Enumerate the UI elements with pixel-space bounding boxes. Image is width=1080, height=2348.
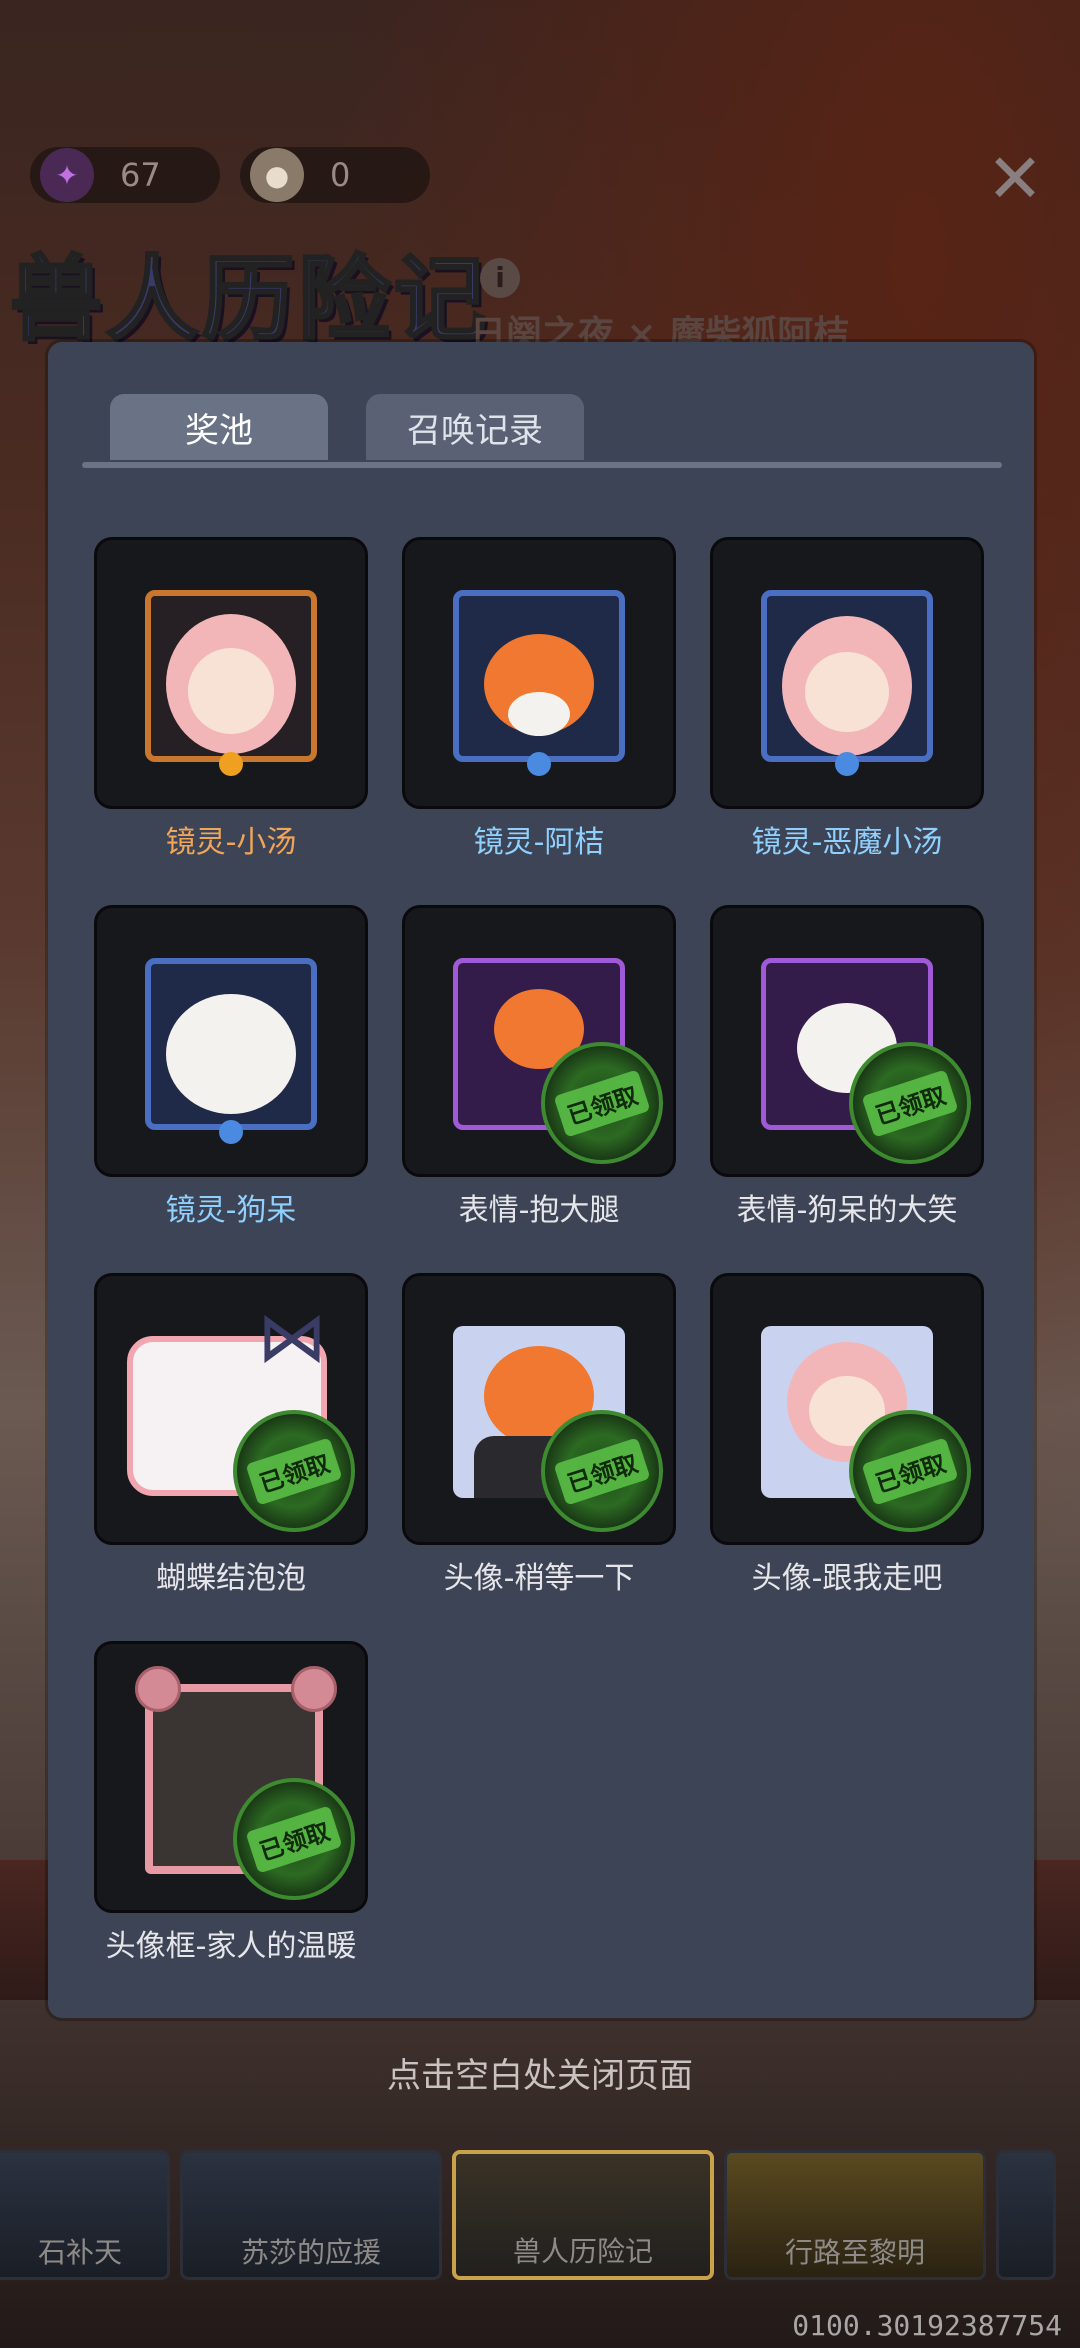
claimed-text: 已领取 xyxy=(861,1068,959,1138)
event-banner[interactable]: 石补天 xyxy=(0,2150,170,2280)
reward-item[interactable]: 已领取 表情-狗呆的大笑 xyxy=(710,905,984,1273)
candy-count: 67 xyxy=(120,156,161,194)
reward-thumbnail xyxy=(94,537,368,809)
fox-muzzle xyxy=(508,692,570,736)
tab-summon-history[interactable]: 召唤记录 xyxy=(366,394,584,460)
reward-item[interactable]: 镜灵-阿桔 xyxy=(402,537,676,905)
event-banner-selected[interactable]: 兽人历险记 xyxy=(452,2150,714,2280)
frame-ornament-icon xyxy=(135,1666,181,1712)
character-face xyxy=(188,648,274,734)
claimed-stamp: 已领取 xyxy=(849,1410,971,1532)
close-hint[interactable]: 点击空白处关闭页面 xyxy=(0,2048,1080,2097)
reward-grid: 镜灵-小汤 镜灵-阿桔 镜灵-恶魔小汤 镜灵-狗呆 已领取 表情-抱大腿 已领取… xyxy=(94,537,994,2009)
reward-label: 镜灵-阿桔 xyxy=(473,825,605,860)
reward-thumbnail xyxy=(94,905,368,1177)
claimed-stamp: 已领取 xyxy=(541,1410,663,1532)
close-icon[interactable]: ✕ xyxy=(980,145,1050,215)
banner-label: 石补天 xyxy=(37,2236,122,2269)
event-banner[interactable] xyxy=(996,2150,1056,2280)
reward-thumbnail xyxy=(402,537,676,809)
version-number: 0100.30192387754 xyxy=(792,2309,1062,2342)
banner-label: 兽人历险记 xyxy=(512,2235,653,2268)
bow-icon: ⋈ xyxy=(257,1296,327,1378)
claimed-stamp: 已领取 xyxy=(849,1042,971,1164)
reward-thumbnail: 已领取 xyxy=(402,905,676,1177)
banner-label: 苏莎的应援 xyxy=(240,2236,381,2269)
event-banner[interactable]: 苏莎的应援 xyxy=(180,2150,442,2280)
modal-tabs: 奖池 召唤记录 xyxy=(110,394,584,460)
claimed-text: 已领取 xyxy=(553,1068,651,1138)
claimed-text: 已领取 xyxy=(861,1436,959,1506)
reward-label: 表情-狗呆的大笑 xyxy=(736,1193,958,1228)
banner-label: 行路至黎明 xyxy=(784,2236,925,2269)
rarity-gem-icon xyxy=(527,752,551,776)
claimed-stamp: 已领取 xyxy=(233,1410,355,1532)
reward-thumbnail: 已领取 xyxy=(710,905,984,1177)
bun-count: 0 xyxy=(330,156,351,194)
reward-label: 镜灵-小汤 xyxy=(165,825,297,860)
claimed-stamp: 已领取 xyxy=(541,1042,663,1164)
claimed-stamp: 已领取 xyxy=(233,1778,355,1900)
dog-head xyxy=(166,994,296,1114)
frame-ornament-icon xyxy=(291,1666,337,1712)
info-icon[interactable]: i xyxy=(480,258,520,298)
rarity-gem-icon xyxy=(219,752,243,776)
event-banner-row: 石补天 苏莎的应援 兽人历险记 行路至黎明 xyxy=(0,2150,1056,2280)
reward-thumbnail xyxy=(710,537,984,809)
portrait-frame xyxy=(145,590,317,762)
resource-bar: ✦ 67 ● 0 xyxy=(30,140,430,210)
reward-thumbnail: 已领取 xyxy=(402,1273,676,1545)
reward-item[interactable]: 已领取 头像-稍等一下 xyxy=(402,1273,676,1641)
character-face xyxy=(805,652,889,732)
reward-item[interactable]: 镜灵-狗呆 xyxy=(94,905,368,1273)
claimed-text: 已领取 xyxy=(245,1436,343,1506)
reward-item[interactable]: 已领取 头像-跟我走吧 xyxy=(710,1273,984,1641)
prize-pool-modal: 奖池 召唤记录 镜灵-小汤 镜灵-阿桔 镜灵-恶魔小汤 镜灵-狗呆 已领取 表情… xyxy=(48,342,1034,2018)
portrait-frame xyxy=(761,590,933,762)
reward-item[interactable]: 镜灵-小汤 xyxy=(94,537,368,905)
portrait-frame xyxy=(145,958,317,1130)
reward-thumbnail: 已领取 xyxy=(710,1273,984,1545)
reward-label: 表情-抱大腿 xyxy=(458,1193,620,1228)
bun-icon: ● xyxy=(250,148,304,202)
bun-currency: ● 0 xyxy=(240,147,430,203)
claimed-text: 已领取 xyxy=(553,1436,651,1506)
reward-label: 镜灵-恶魔小汤 xyxy=(751,825,943,860)
candy-currency: ✦ 67 xyxy=(30,147,220,203)
rarity-gem-icon xyxy=(835,752,859,776)
reward-label: 镜灵-狗呆 xyxy=(165,1193,297,1228)
reward-thumbnail: ⋈ 已领取 xyxy=(94,1273,368,1545)
reward-item[interactable]: 已领取 表情-抱大腿 xyxy=(402,905,676,1273)
reward-thumbnail: 已领取 xyxy=(94,1641,368,1913)
game-title: 兽人历险记 xyxy=(8,244,491,355)
reward-item[interactable]: 已领取 头像框-家人的温暖 xyxy=(94,1641,368,2009)
reward-label: 头像框-家人的温暖 xyxy=(105,1929,357,1964)
rarity-gem-icon xyxy=(219,1120,243,1144)
claimed-text: 已领取 xyxy=(245,1804,343,1874)
reward-label: 头像-稍等一下 xyxy=(443,1561,635,1596)
reward-item[interactable]: 镜灵-恶魔小汤 xyxy=(710,537,984,905)
reward-item[interactable]: ⋈ 已领取 蝴蝶结泡泡 xyxy=(94,1273,368,1641)
tab-prize-pool[interactable]: 奖池 xyxy=(110,394,328,460)
portrait-frame xyxy=(453,590,625,762)
candy-icon: ✦ xyxy=(40,148,94,202)
reward-label: 蝴蝶结泡泡 xyxy=(156,1561,306,1596)
tab-divider xyxy=(82,462,1002,468)
event-banner[interactable]: 行路至黎明 xyxy=(724,2150,986,2280)
reward-label: 头像-跟我走吧 xyxy=(751,1561,943,1596)
